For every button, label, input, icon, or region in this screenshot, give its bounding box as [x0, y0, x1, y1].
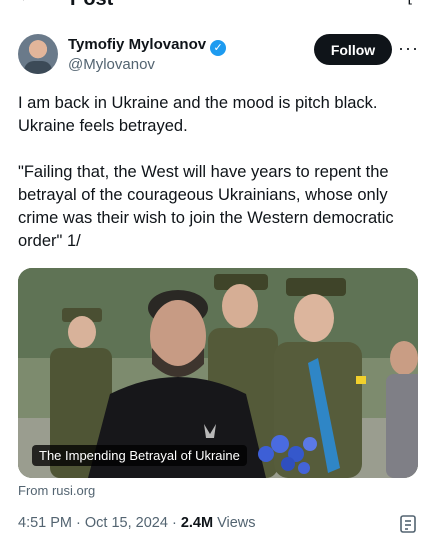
author-name-text: Tymofiy Mylovanov	[68, 36, 207, 53]
link-source[interactable]: From rusi.org	[18, 483, 95, 498]
meta-separator: ·	[72, 515, 85, 531]
author-name[interactable]: Tymofiy Mylovanov ✓	[68, 36, 227, 56]
more-options-icon[interactable]: ···	[398, 38, 419, 59]
follow-button[interactable]: Follow	[314, 34, 392, 65]
post-analytics-icon[interactable]	[398, 514, 418, 534]
page-title: Post	[70, 0, 113, 11]
tweet-time[interactable]: 4:51 PM	[18, 515, 72, 531]
top-bar: ← Post [	[0, 0, 436, 10]
avatar[interactable]	[18, 34, 58, 74]
tweet-paragraph-1: I am back in Ukraine and the mood is pit…	[18, 94, 378, 135]
verified-badge-icon: ✓	[210, 40, 227, 56]
tweet-text: I am back in Ukraine and the mood is pit…	[18, 92, 418, 253]
link-card-title: The Impending Betrayal of Ukraine	[32, 445, 247, 466]
tweet-meta: 4:51 PM · Oct 15, 2024 · 2.4M Views	[18, 515, 256, 531]
tweet-paragraph-2: "Failing that, the West will have years …	[18, 163, 394, 250]
arrow-left-icon[interactable]: ←	[18, 0, 34, 6]
meta-separator-2: ·	[167, 515, 181, 531]
corner-icon: [	[408, 0, 412, 6]
author-handle[interactable]: @Mylovanov	[68, 56, 155, 73]
tweet-date[interactable]: Oct 15, 2024	[85, 515, 168, 531]
views-label: Views	[213, 515, 256, 531]
link-preview-card[interactable]: The Impending Betrayal of Ukraine	[18, 268, 418, 478]
views-count: 2.4M	[180, 515, 214, 531]
